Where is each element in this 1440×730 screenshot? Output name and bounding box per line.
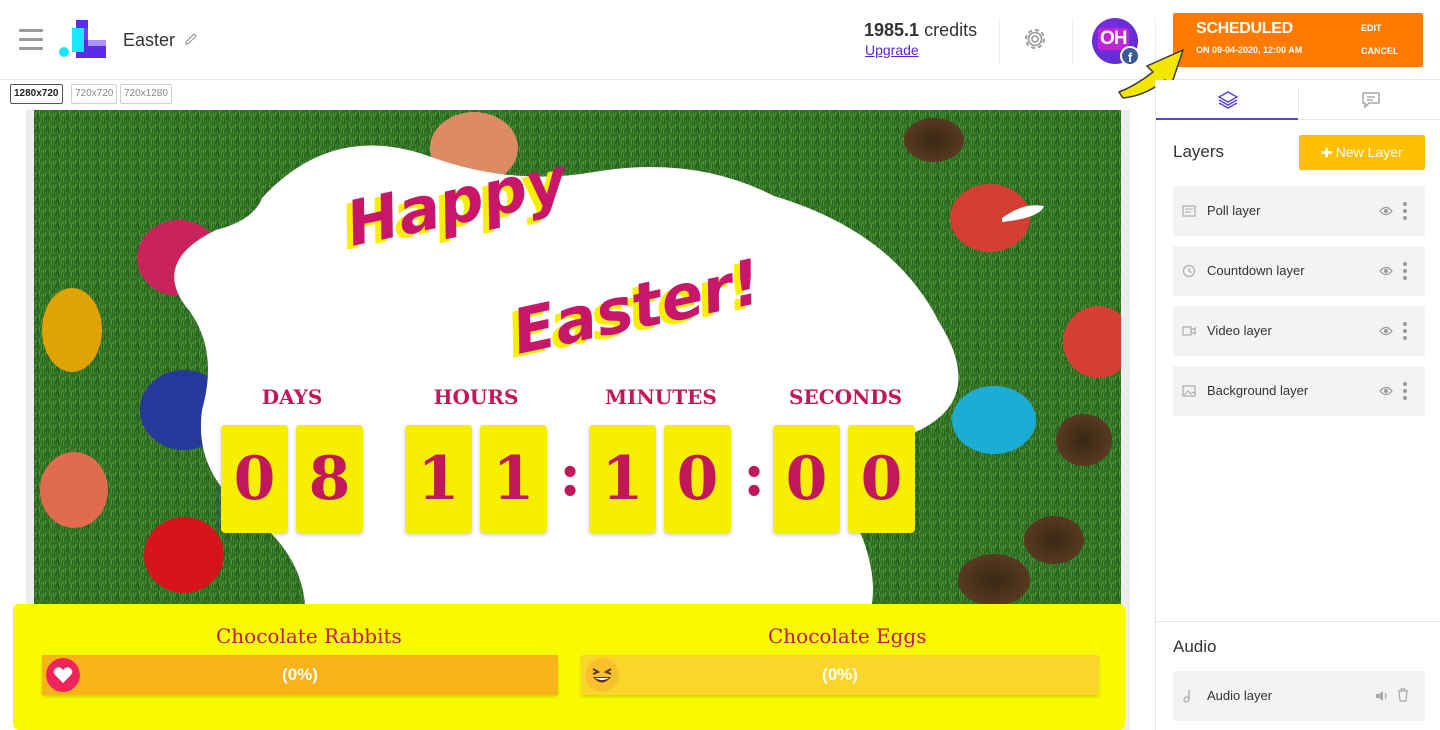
video-icon: [1182, 326, 1196, 336]
layers-heading: Layers: [1173, 142, 1225, 161]
trash-icon[interactable]: [1397, 688, 1409, 702]
layer-item[interactable]: Poll layer: [1173, 186, 1425, 236]
credits-label: credits: [924, 20, 978, 40]
layer-name: Countdown layer: [1207, 263, 1305, 278]
layer-name: Video layer: [1207, 323, 1272, 338]
poll-option-title: Chocolate Rabbits: [216, 624, 402, 648]
divider: [999, 18, 1000, 64]
eye-icon[interactable]: [1379, 205, 1393, 217]
upgrade-link[interactable]: Upgrade: [865, 42, 919, 58]
tab-comments[interactable]: [1299, 80, 1440, 120]
edit-schedule-button[interactable]: EDIT: [1361, 23, 1382, 33]
image-icon: [1182, 385, 1196, 397]
poll-option-title: Chocolate Eggs: [768, 624, 927, 648]
top-bar: Easter 1985.1 credits Upgrade OH f SCHED…: [0, 0, 1440, 80]
menu-icon[interactable]: [19, 29, 43, 51]
countdown-digit: 0: [773, 425, 840, 533]
countdown-digit: 0: [221, 425, 288, 533]
countdown-label: MINUTES: [605, 385, 717, 409]
poll-widget: Chocolate Rabbits (0%) Chocolate Eggs (0…: [13, 604, 1125, 730]
schedule-status: SCHEDULED: [1196, 20, 1293, 37]
poll-option-percent: (0%): [282, 665, 318, 684]
clock-icon: [1182, 264, 1196, 278]
poll-option-percent: (0%): [822, 665, 858, 684]
layer-item[interactable]: Video layer: [1173, 306, 1425, 356]
right-panel: Layers ➕︎ New Layer Poll layer Countdown …: [1155, 80, 1440, 730]
countdown-digit: 0: [848, 425, 915, 533]
audio-layer-label: Audio layer: [1207, 688, 1273, 703]
layer-item[interactable]: Background layer: [1173, 366, 1425, 416]
poll-option-rabbits[interactable]: (0%): [42, 655, 558, 695]
volume-icon[interactable]: [1375, 690, 1389, 702]
more-options-icon[interactable]: [1402, 200, 1408, 222]
countdown-separator: :: [559, 440, 582, 510]
tab-layers[interactable]: [1156, 80, 1298, 120]
edit-title-icon[interactable]: [183, 31, 199, 47]
countdown-separator: :: [743, 440, 766, 510]
eye-icon[interactable]: [1379, 385, 1393, 397]
audio-layer-item[interactable]: Audio layer: [1173, 671, 1425, 721]
layers-icon: [1218, 91, 1238, 109]
scheduled-banner: SCHEDULED ON 09-04-2020, 12:00 AM EDIT C…: [1173, 13, 1423, 67]
app-logo[interactable]: [58, 18, 110, 60]
comment-icon: [1362, 92, 1380, 109]
plus-icon: ➕︎: [1321, 144, 1332, 160]
cancel-schedule-button[interactable]: CANCEL: [1361, 46, 1399, 56]
gear-icon[interactable]: [1020, 24, 1050, 54]
countdown-digit: 1: [589, 425, 656, 533]
schedule-date: ON 09-04-2020, 12:00 AM: [1196, 45, 1303, 55]
size-720x720-button[interactable]: 720x720: [71, 84, 118, 104]
panel-tabs: [1156, 80, 1440, 120]
new-layer-button[interactable]: ➕︎ New Layer: [1299, 135, 1425, 170]
new-layer-label: New Layer: [1335, 144, 1403, 160]
more-options-icon[interactable]: [1402, 320, 1408, 342]
project-title: Easter: [123, 30, 176, 50]
poll-icon: [1182, 205, 1196, 217]
poll-option-eggs[interactable]: (0%): [581, 655, 1099, 695]
more-options-icon[interactable]: [1402, 380, 1408, 402]
size-1280x720-button[interactable]: 1280x720: [10, 84, 63, 104]
divider: [1156, 621, 1440, 622]
countdown-digit: 8: [296, 425, 363, 533]
countdown-label: HOURS: [433, 385, 519, 409]
audio-heading: Audio: [1173, 637, 1217, 656]
layer-name: Poll layer: [1207, 203, 1261, 218]
eye-icon[interactable]: [1379, 265, 1393, 277]
countdown-label: SECONDS: [789, 385, 903, 409]
size-720x1280-button[interactable]: 720x1280: [120, 84, 172, 104]
credits-balance: 1985.1 credits: [864, 20, 977, 41]
more-options-icon[interactable]: [1402, 260, 1408, 282]
countdown-label: DAYS: [261, 385, 323, 409]
divider: [1072, 18, 1073, 64]
music-note-icon: [1183, 690, 1190, 703]
countdown-digit: 1: [405, 425, 472, 533]
countdown-digit: 1: [480, 425, 547, 533]
layer-name: Background layer: [1207, 383, 1309, 398]
countdown-digit: 0: [664, 425, 731, 533]
credits-value: 1985.1: [864, 20, 920, 40]
layer-item[interactable]: Countdown layer: [1173, 246, 1425, 296]
eye-icon[interactable]: [1379, 325, 1393, 337]
